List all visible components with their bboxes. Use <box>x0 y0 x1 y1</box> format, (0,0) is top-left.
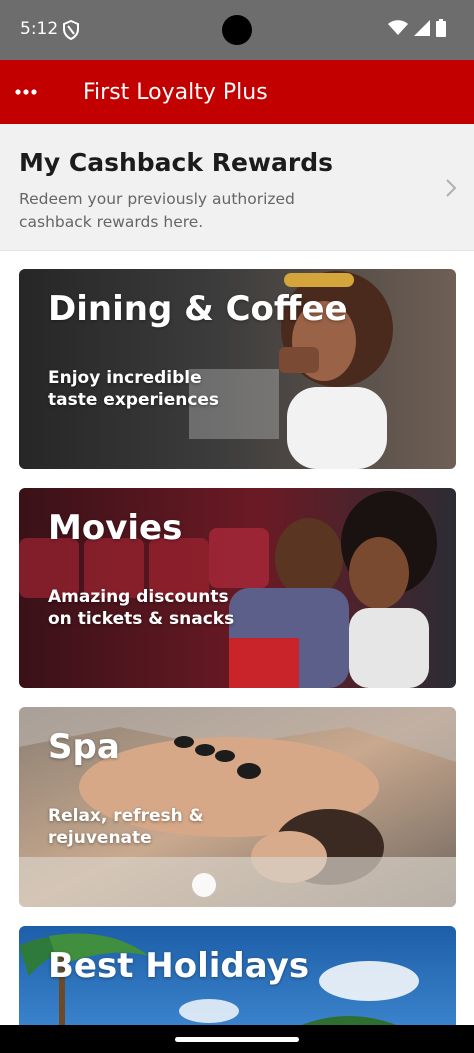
camera-cutout <box>222 15 252 45</box>
card-subtitle: Relax, refresh & rejuvenate <box>48 806 204 848</box>
cashback-rewards-banner[interactable]: My Cashback Rewards Redeem your previous… <box>0 124 474 251</box>
shield-icon <box>63 20 79 40</box>
app-bar: First Loyalty Plus <box>0 60 474 124</box>
home-gesture-handle[interactable] <box>175 1037 299 1042</box>
chevron-right-icon <box>446 179 457 197</box>
more-menu-button[interactable] <box>8 76 44 108</box>
more-horizontal-icon <box>15 89 37 95</box>
card-title: Spa <box>48 727 120 767</box>
app-title: First Loyalty Plus <box>83 80 268 105</box>
card-title: Movies <box>48 508 183 548</box>
wifi-icon <box>388 20 408 35</box>
cashback-description: Redeem your previously authorized cashba… <box>19 190 295 231</box>
signal-icon <box>414 20 430 36</box>
card-subtitle: Amazing discounts on tickets & snacks <box>48 587 235 629</box>
card-title: Best Holidays <box>48 946 310 986</box>
card-subtitle: Enjoy incredible taste experiences <box>48 368 220 410</box>
system-navigation-bar <box>0 1025 474 1053</box>
movies-card[interactable]: Movies Amazing discounts on tickets & sn… <box>19 488 456 688</box>
card-title: Dining & Coffee <box>48 289 348 329</box>
spa-card[interactable]: Spa Relax, refresh & rejuvenate <box>19 707 456 907</box>
status-icons <box>388 19 446 37</box>
app-screen: 5:12 First Loyalty Plus My Cashback Rewa… <box>0 0 474 1053</box>
cashback-title: My Cashback Rewards <box>19 148 333 177</box>
dining-coffee-card[interactable]: Dining & Coffee Enjoy incredible taste e… <box>19 269 456 469</box>
status-time: 5:12 <box>20 19 59 39</box>
status-bar: 5:12 <box>0 0 474 60</box>
battery-icon <box>436 19 446 37</box>
best-holidays-card[interactable]: Best Holidays <box>19 926 456 1036</box>
